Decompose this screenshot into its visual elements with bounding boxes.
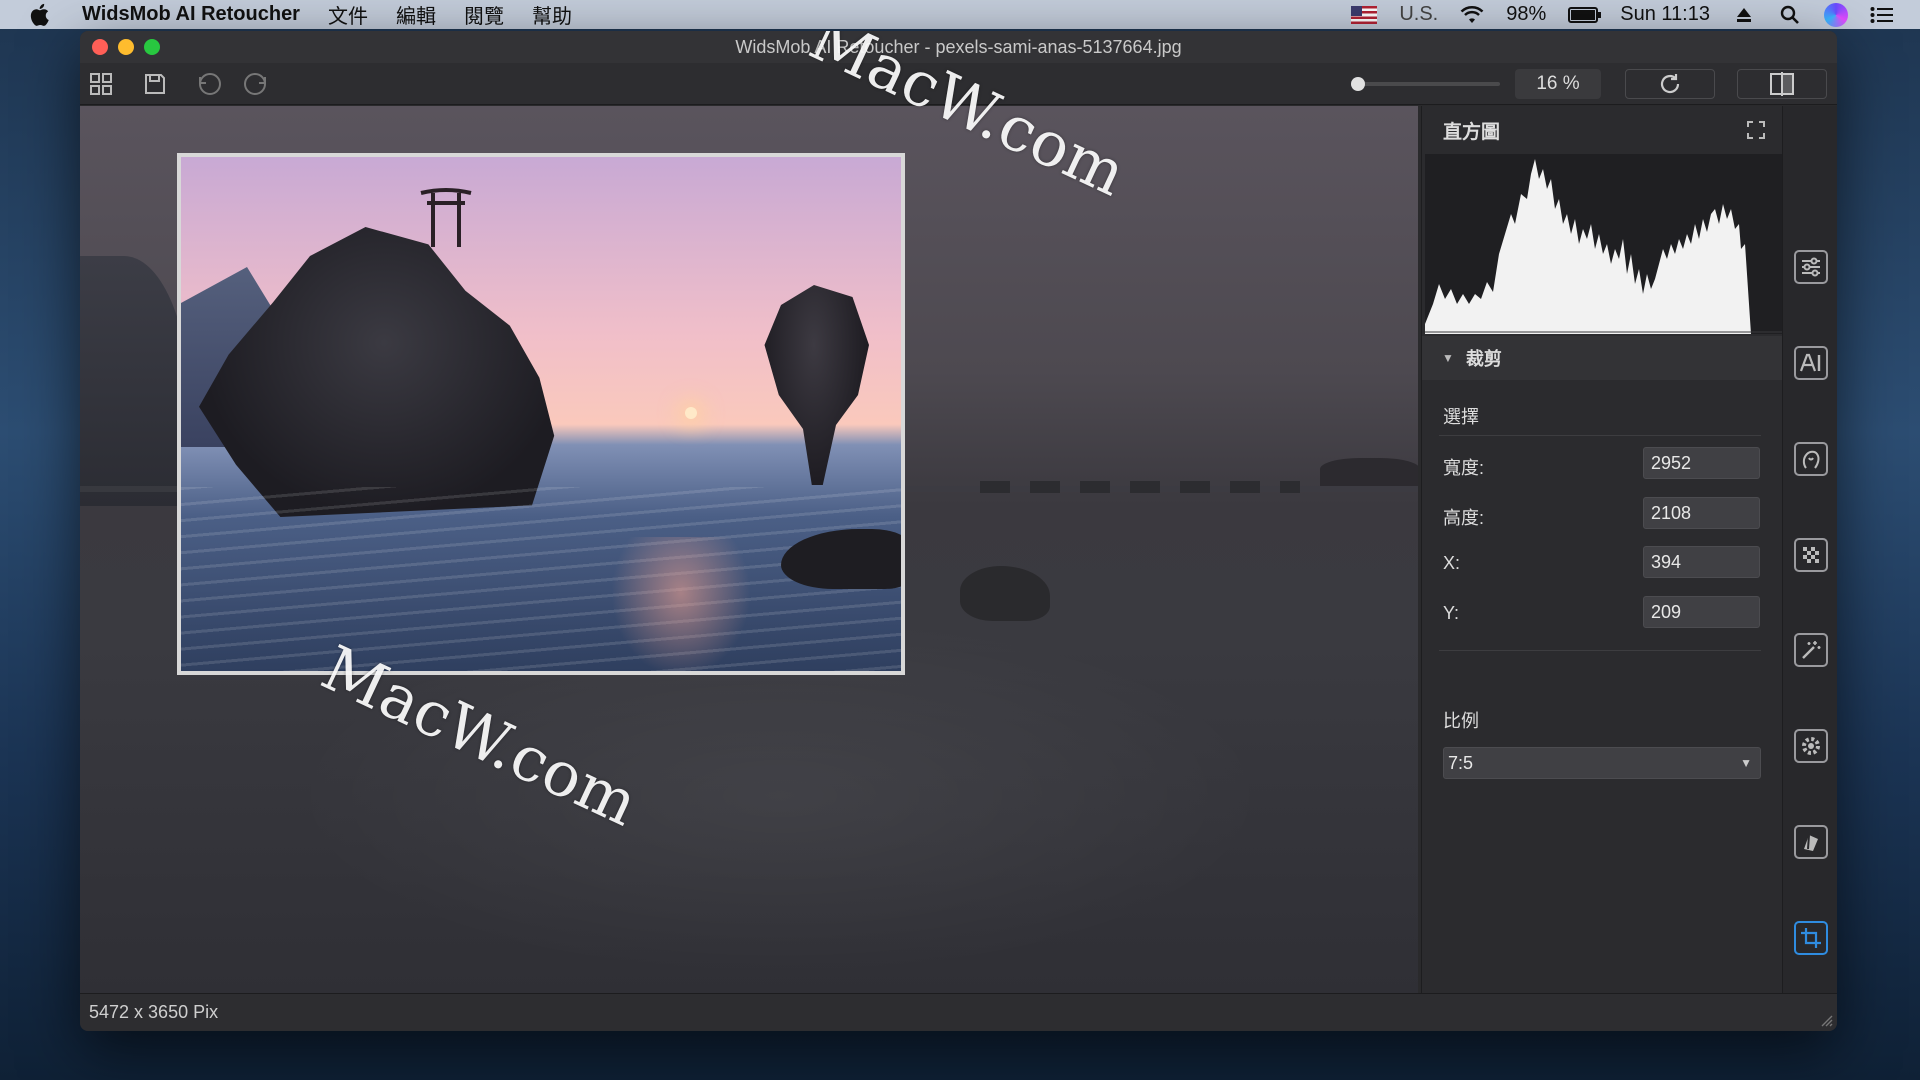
- torii-gate-shape: [420, 188, 472, 247]
- apple-logo-icon[interactable]: [28, 2, 54, 28]
- background-rocks: [980, 481, 1300, 493]
- crop-icon: [1801, 928, 1821, 948]
- status-bar: 5472 x 3650 Pix: [80, 993, 1837, 1031]
- x-label: X:: [1443, 553, 1461, 573]
- clock[interactable]: Sun 11:13: [1620, 3, 1710, 26]
- menu-bar: WidsMob AI Retoucher 文件 編輯 閱覽 幫助 U.S. 98…: [0, 0, 1920, 29]
- filter-icon: [1804, 834, 1818, 851]
- photo-waves: [181, 487, 901, 671]
- image-canvas[interactable]: [80, 106, 1418, 993]
- menu-help[interactable]: 幫助: [532, 0, 572, 29]
- title-bar[interactable]: WidsMob AI Retoucher - pexels-sami-anas-…: [80, 31, 1837, 63]
- height-label: 高度:: [1443, 508, 1485, 528]
- magic-wand-tool-button[interactable]: [1794, 633, 1828, 667]
- notification-center-icon[interactable]: [1870, 4, 1894, 26]
- resize-grip-icon[interactable]: [1819, 1013, 1833, 1027]
- window-controls: [92, 39, 160, 55]
- ratio-label: 比例: [1443, 711, 1479, 731]
- portrait-icon: [1802, 450, 1820, 469]
- divider: [1439, 650, 1761, 651]
- background-shore-rock: [960, 566, 1050, 621]
- zoom-slider[interactable]: [1355, 82, 1500, 86]
- eject-icon[interactable]: [1732, 4, 1756, 26]
- battery-percent[interactable]: 98%: [1506, 3, 1546, 26]
- x-field[interactable]: 394: [1643, 546, 1760, 578]
- height-field[interactable]: 2108: [1643, 497, 1760, 529]
- expand-icon[interactable]: [1746, 120, 1766, 140]
- compare-view-button[interactable]: [1737, 69, 1827, 99]
- denoise-icon: [1803, 547, 1819, 563]
- reset-button[interactable]: [1625, 69, 1715, 99]
- split-view-icon: [1770, 72, 1794, 96]
- rotate-right-icon: [244, 73, 266, 95]
- minimize-window-button[interactable]: [118, 39, 134, 55]
- ratio-select[interactable]: 7:5 ▼: [1443, 747, 1761, 779]
- ai-icon: [1799, 353, 1821, 372]
- crop-selection[interactable]: [177, 153, 905, 675]
- app-window: WidsMob AI Retoucher - pexels-sami-anas-…: [80, 31, 1837, 1031]
- portrait-tool-button[interactable]: [1794, 442, 1828, 476]
- histogram: [1425, 154, 1783, 334]
- histogram-title: 直方圖: [1443, 121, 1501, 143]
- crop-section-title: 裁剪: [1465, 349, 1502, 369]
- side-panel: 直方圖 ▼ 裁剪 選擇 寬度: 2952 高度: 2108 X: 394 Y: …: [1421, 106, 1783, 993]
- rotate-left-icon: [199, 73, 221, 95]
- us-flag-icon[interactable]: [1351, 5, 1378, 24]
- crop-section-header[interactable]: ▼ 裁剪: [1422, 336, 1782, 380]
- ratio-select-value: 7:5: [1448, 752, 1474, 773]
- photo-rock-pillar: [764, 285, 869, 485]
- menu-file[interactable]: 文件: [328, 0, 368, 29]
- menu-view[interactable]: 閱覽: [464, 0, 504, 29]
- adjust-tool-button[interactable]: [1794, 250, 1828, 284]
- filter-tool-button[interactable]: [1794, 825, 1828, 859]
- spotlight-search-icon[interactable]: [1778, 4, 1802, 26]
- magic-wand-icon: [1802, 641, 1821, 659]
- save-button[interactable]: [140, 70, 170, 98]
- tool-strip: [1782, 106, 1837, 993]
- rotate-right-button[interactable]: [240, 70, 270, 98]
- width-field[interactable]: 2952: [1643, 447, 1760, 479]
- input-source-label[interactable]: U.S.: [1399, 3, 1438, 26]
- save-icon: [145, 74, 165, 94]
- grid-view-button[interactable]: [86, 70, 116, 98]
- zoom-slider-handle[interactable]: [1351, 77, 1365, 91]
- settings-icon: [1802, 737, 1820, 755]
- settings-tool-button[interactable]: [1794, 729, 1828, 763]
- histogram-header: 直方圖: [1422, 106, 1782, 154]
- adjust-icon: [1802, 257, 1820, 277]
- window-title: WidsMob AI Retoucher - pexels-sami-anas-…: [735, 36, 1182, 57]
- toolbar: 16 %: [80, 63, 1837, 105]
- maximize-window-button[interactable]: [144, 39, 160, 55]
- width-label: 寬度:: [1443, 458, 1485, 478]
- close-window-button[interactable]: [92, 39, 108, 55]
- wifi-icon[interactable]: [1460, 4, 1484, 26]
- background-cliff: [80, 256, 190, 506]
- menu-app-name[interactable]: WidsMob AI Retoucher: [82, 3, 300, 26]
- denoise-tool-button[interactable]: [1794, 538, 1828, 572]
- dropdown-arrow-icon: ▼: [1740, 756, 1752, 770]
- ai-tool-button[interactable]: [1794, 346, 1828, 380]
- refresh-icon: [1660, 74, 1680, 94]
- divider: [1439, 435, 1761, 436]
- photo-sun-reflection: [611, 537, 751, 671]
- photo-rock-island: [199, 227, 555, 517]
- battery-icon[interactable]: [1568, 6, 1602, 23]
- siri-icon[interactable]: [1824, 2, 1848, 27]
- y-field[interactable]: 209: [1643, 596, 1760, 628]
- crop-tool-button[interactable]: [1794, 921, 1828, 955]
- select-label: 選擇: [1443, 407, 1479, 427]
- zoom-level[interactable]: 16 %: [1515, 69, 1601, 99]
- y-label: Y:: [1443, 603, 1460, 623]
- status-menus: U.S. 98% Sun 11:13: [1351, 2, 1894, 27]
- histogram-graph: [1425, 159, 1783, 334]
- grid-icon: [90, 73, 112, 95]
- rotate-left-button[interactable]: [195, 70, 225, 98]
- disclosure-triangle-icon[interactable]: ▼: [1442, 351, 1454, 365]
- menu-edit[interactable]: 編輯: [396, 0, 436, 29]
- background-distant-rock: [1320, 458, 1418, 486]
- photo-sun: [685, 407, 697, 419]
- image-dimensions: 5472 x 3650 Pix: [89, 1002, 219, 1022]
